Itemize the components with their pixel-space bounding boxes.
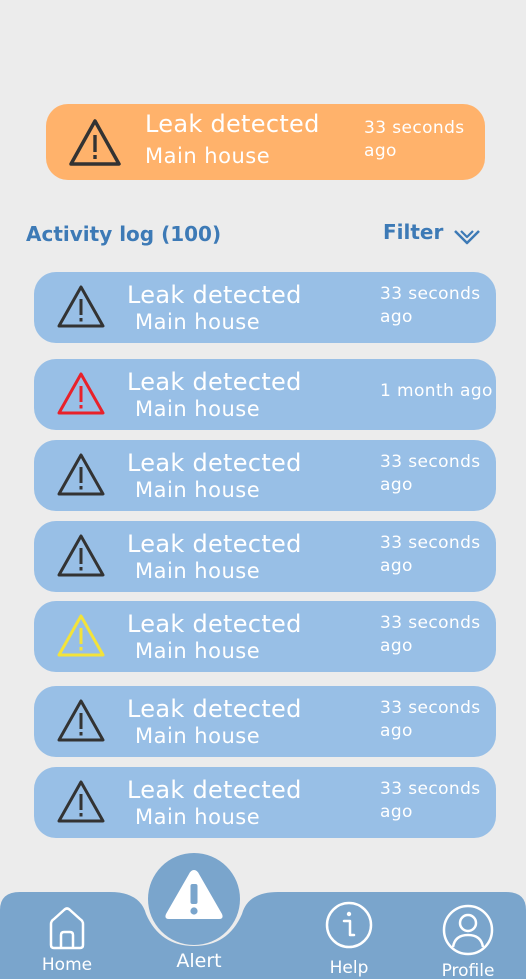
list-item[interactable]: Leak detected Main house 33 seconds ago [34,521,496,592]
filter-button[interactable]: Filter [383,216,481,248]
nav-home[interactable]: Home [40,905,94,975]
list-item-title: Leak detected [127,281,302,309]
banner-time: 33 seconds ago [364,118,465,161]
banner-subtitle: Main house [145,144,271,168]
nav-profile-label: Profile [441,961,495,979]
warning-triangle-icon [57,285,105,328]
nav-alert[interactable]: Alert [170,950,228,972]
list-item-title: Leak detected [127,368,302,396]
nav-alert-label: Alert [176,950,222,972]
list-item-time: 33 seconds ago [380,779,481,822]
nav-home-label: Home [41,955,93,975]
list-item-time: 33 seconds ago [380,613,481,656]
warning-triangle-icon [69,119,121,166]
list-item-subtitle: Main house [135,397,261,421]
list-item-title: Leak detected [127,695,302,723]
chevron-down-icon [454,230,481,245]
list-item-title: Leak detected [127,449,302,477]
home-icon [49,907,85,950]
list-item-time: 33 seconds ago [380,284,481,327]
warning-triangle-icon [57,780,105,823]
list-item-title: Leak detected [127,776,302,804]
info-icon [325,901,373,949]
warning-triangle-icon [57,614,105,657]
nav-profile[interactable]: Profile [440,903,496,979]
list-item-time: 33 seconds ago [380,698,481,741]
warning-triangle-icon [57,699,105,742]
list-item-subtitle: Main house [135,805,261,829]
activity-log-title: Activity log (100) [26,222,222,246]
banner-title: Leak detected [145,110,320,138]
list-item[interactable]: Leak detected Main house 33 seconds ago [34,601,496,672]
list-item-title: Leak detected [127,530,302,558]
filter-label: Filter [383,220,444,244]
profile-icon [442,904,494,956]
list-item[interactable]: Leak detected Main house 1 month ago [34,359,496,430]
list-item-title: Leak detected [127,610,302,638]
warning-triangle-icon [57,534,105,577]
list-item-time: 33 seconds ago [380,452,481,495]
warning-triangle-icon [57,453,105,496]
list-item-subtitle: Main house [135,559,261,583]
list-item[interactable]: Leak detected Main house 33 seconds ago [34,272,496,343]
list-item-subtitle: Main house [135,310,261,334]
alert-banner[interactable]: Leak detected Main house 33 seconds ago [46,104,485,180]
list-item[interactable]: Leak detected Main house 33 seconds ago [34,767,496,838]
list-item-subtitle: Main house [135,724,261,748]
alert-warning-icon [165,870,223,919]
nav-help[interactable]: Help [322,900,376,978]
list-item-subtitle: Main house [135,478,261,502]
list-item[interactable]: Leak detected Main house 33 seconds ago [34,440,496,511]
list-item[interactable]: Leak detected Main house 33 seconds ago [34,686,496,757]
warning-triangle-icon [57,372,105,415]
list-item-time: 33 seconds ago [380,533,481,576]
list-item-subtitle: Main house [135,639,261,663]
nav-help-label: Help [329,958,369,978]
list-item-time: 1 month ago [380,381,493,401]
